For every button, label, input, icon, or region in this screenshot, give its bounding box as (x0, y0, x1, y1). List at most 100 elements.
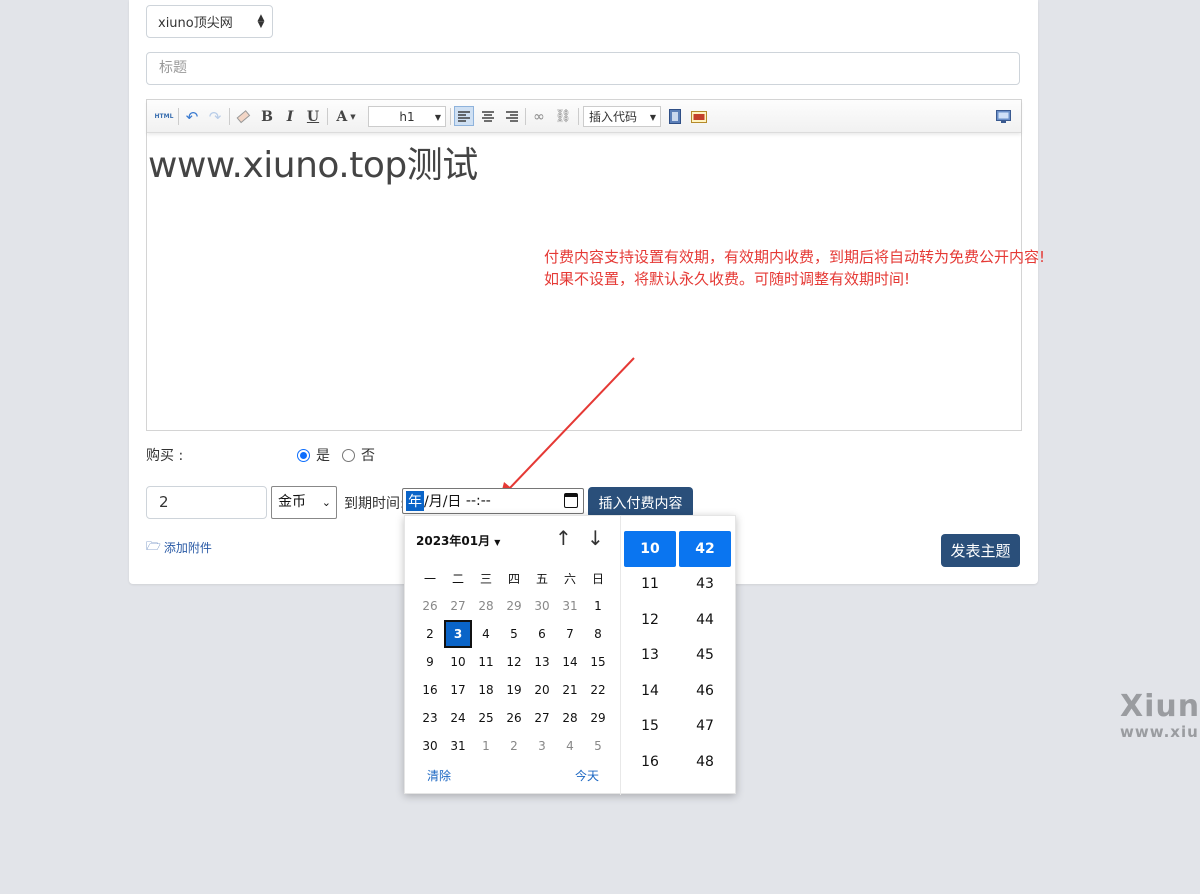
calendar-day[interactable]: 30 (528, 592, 556, 620)
eraser-icon[interactable] (234, 107, 252, 126)
calendar-icon[interactable] (564, 493, 578, 508)
unlink-icon[interactable]: ⛓ (554, 107, 572, 126)
calendar-day[interactable]: 26 (500, 704, 528, 732)
calendar-day[interactable]: 5 (584, 732, 612, 760)
title-input[interactable]: 标题 (146, 52, 1020, 85)
day-segment[interactable]: /日 (443, 491, 462, 511)
forum-select-value: xiuno顶尖网 (158, 16, 233, 31)
forum-select[interactable]: xiuno顶尖网 ▲ ▼ (146, 5, 273, 38)
calendar-day[interactable]: 28 (556, 704, 584, 732)
insert-paid-content-button[interactable]: 插入付费内容 (588, 487, 693, 518)
add-attachment-link[interactable]: 🗁 添加附件 (146, 537, 212, 558)
insert-code-select[interactable]: 插入代码 ▼ (583, 106, 661, 127)
minute-option[interactable]: 46 (679, 673, 731, 709)
hour-option[interactable]: 12 (624, 602, 676, 638)
minute-option[interactable]: 42 (679, 531, 731, 567)
calendar-day[interactable]: 23 (416, 704, 444, 732)
buy-yes-radio[interactable] (297, 448, 310, 462)
prev-month-icon[interactable]: ↑ (555, 526, 572, 550)
minute-option[interactable]: 44 (679, 602, 731, 638)
align-left-icon[interactable] (454, 106, 474, 126)
undo-icon[interactable]: ↶ (183, 107, 201, 126)
clear-button[interactable]: 清除 (427, 767, 451, 784)
calendar-day[interactable]: 29 (500, 592, 528, 620)
calendar-day[interactable]: 5 (500, 620, 528, 648)
picker-month-select[interactable]: 2023年01月 ▼ (416, 532, 500, 549)
minute-option[interactable]: 47 (679, 709, 731, 745)
price-input[interactable]: 2 (146, 486, 267, 519)
bold-icon[interactable]: B (259, 107, 275, 126)
align-right-icon[interactable] (503, 107, 521, 126)
hour-option[interactable]: 10 (624, 531, 676, 567)
hour-option[interactable]: 15 (624, 709, 676, 745)
calendar-day[interactable]: 2 (500, 732, 528, 760)
hour-option[interactable]: 14 (624, 673, 676, 709)
calendar-day[interactable]: 15 (584, 648, 612, 676)
calendar-week-row: 9 10 11 12 13 14 15 (416, 648, 618, 676)
calendar-day[interactable]: 7 (556, 620, 584, 648)
minute-option[interactable]: 43 (679, 567, 731, 603)
calendar-day[interactable]: 25 (472, 704, 500, 732)
italic-icon[interactable]: I (282, 107, 298, 126)
minute-option[interactable]: 45 (679, 638, 731, 674)
align-center-icon[interactable] (479, 107, 497, 126)
hour-option[interactable]: 13 (624, 638, 676, 674)
calendar-day[interactable]: 28 (472, 592, 500, 620)
calendar-day[interactable]: 31 (444, 732, 472, 760)
calendar-day[interactable]: 9 (416, 648, 444, 676)
calendar-day[interactable]: 26 (416, 592, 444, 620)
calendar-day[interactable]: 11 (472, 648, 500, 676)
calendar-day[interactable]: 21 (556, 676, 584, 704)
hour-option[interactable]: 16 (624, 744, 676, 780)
calendar-day[interactable]: 24 (444, 704, 472, 732)
calendar-day[interactable]: 1 (584, 592, 612, 620)
html-source-icon[interactable]: HTML (154, 107, 174, 126)
hour-column: 10 11 12 13 14 15 16 (624, 531, 676, 780)
month-segment[interactable]: /月 (424, 491, 443, 511)
calendar-day[interactable]: 3 (528, 732, 556, 760)
link-icon[interactable]: ∞ (530, 107, 548, 126)
calendar-day[interactable]: 19 (500, 676, 528, 704)
chevron-down-icon: ▼ (434, 113, 441, 122)
weekday: 三 (479, 571, 492, 586)
calendar-day[interactable]: 1 (472, 732, 500, 760)
publish-button[interactable]: 发表主题 (941, 534, 1020, 567)
time-segment[interactable]: --:-- (461, 493, 491, 509)
calendar-day[interactable]: 27 (444, 592, 472, 620)
calendar-day[interactable]: 12 (500, 648, 528, 676)
calendar-day[interactable]: 31 (556, 592, 584, 620)
today-button[interactable]: 今天 (575, 767, 599, 784)
expire-datetime-input[interactable]: 年 /月 /日 --:-- (402, 488, 584, 514)
calendar-day[interactable]: 10 (444, 648, 472, 676)
calendar-day[interactable]: 20 (528, 676, 556, 704)
calendar-day[interactable]: 22 (584, 676, 612, 704)
heading-select[interactable]: h1 ▼ (368, 106, 446, 127)
minute-option[interactable]: 48 (679, 744, 731, 780)
editor-content-text: www.xiuno.top测试 (148, 145, 478, 186)
calendar-day[interactable]: 16 (416, 676, 444, 704)
calendar-day[interactable]: 29 (584, 704, 612, 732)
font-color-icon[interactable]: A ▼ (333, 107, 359, 126)
calendar-day[interactable]: 18 (472, 676, 500, 704)
underline-icon[interactable]: U (305, 107, 321, 126)
image-icon[interactable] (689, 107, 709, 126)
calendar-day[interactable]: 4 (472, 620, 500, 648)
fullscreen-icon[interactable] (994, 107, 1012, 126)
calendar-day[interactable]: 30 (416, 732, 444, 760)
next-month-icon[interactable]: ↓ (587, 526, 604, 550)
calendar-day[interactable]: 8 (584, 620, 612, 648)
calendar-day[interactable]: 2 (416, 620, 444, 648)
calendar-day[interactable]: 6 (528, 620, 556, 648)
calendar-day[interactable]: 17 (444, 676, 472, 704)
calendar-day[interactable]: 13 (528, 648, 556, 676)
video-icon[interactable] (666, 107, 684, 126)
currency-select[interactable]: 金币 ⌄ (271, 486, 337, 519)
calendar-day[interactable]: 3 (444, 620, 472, 648)
redo-icon[interactable]: ↷ (206, 107, 224, 126)
year-segment[interactable]: 年 (406, 491, 424, 511)
calendar-day[interactable]: 4 (556, 732, 584, 760)
calendar-day[interactable]: 14 (556, 648, 584, 676)
buy-no-radio[interactable] (342, 448, 355, 462)
calendar-day[interactable]: 27 (528, 704, 556, 732)
hour-option[interactable]: 11 (624, 567, 676, 603)
